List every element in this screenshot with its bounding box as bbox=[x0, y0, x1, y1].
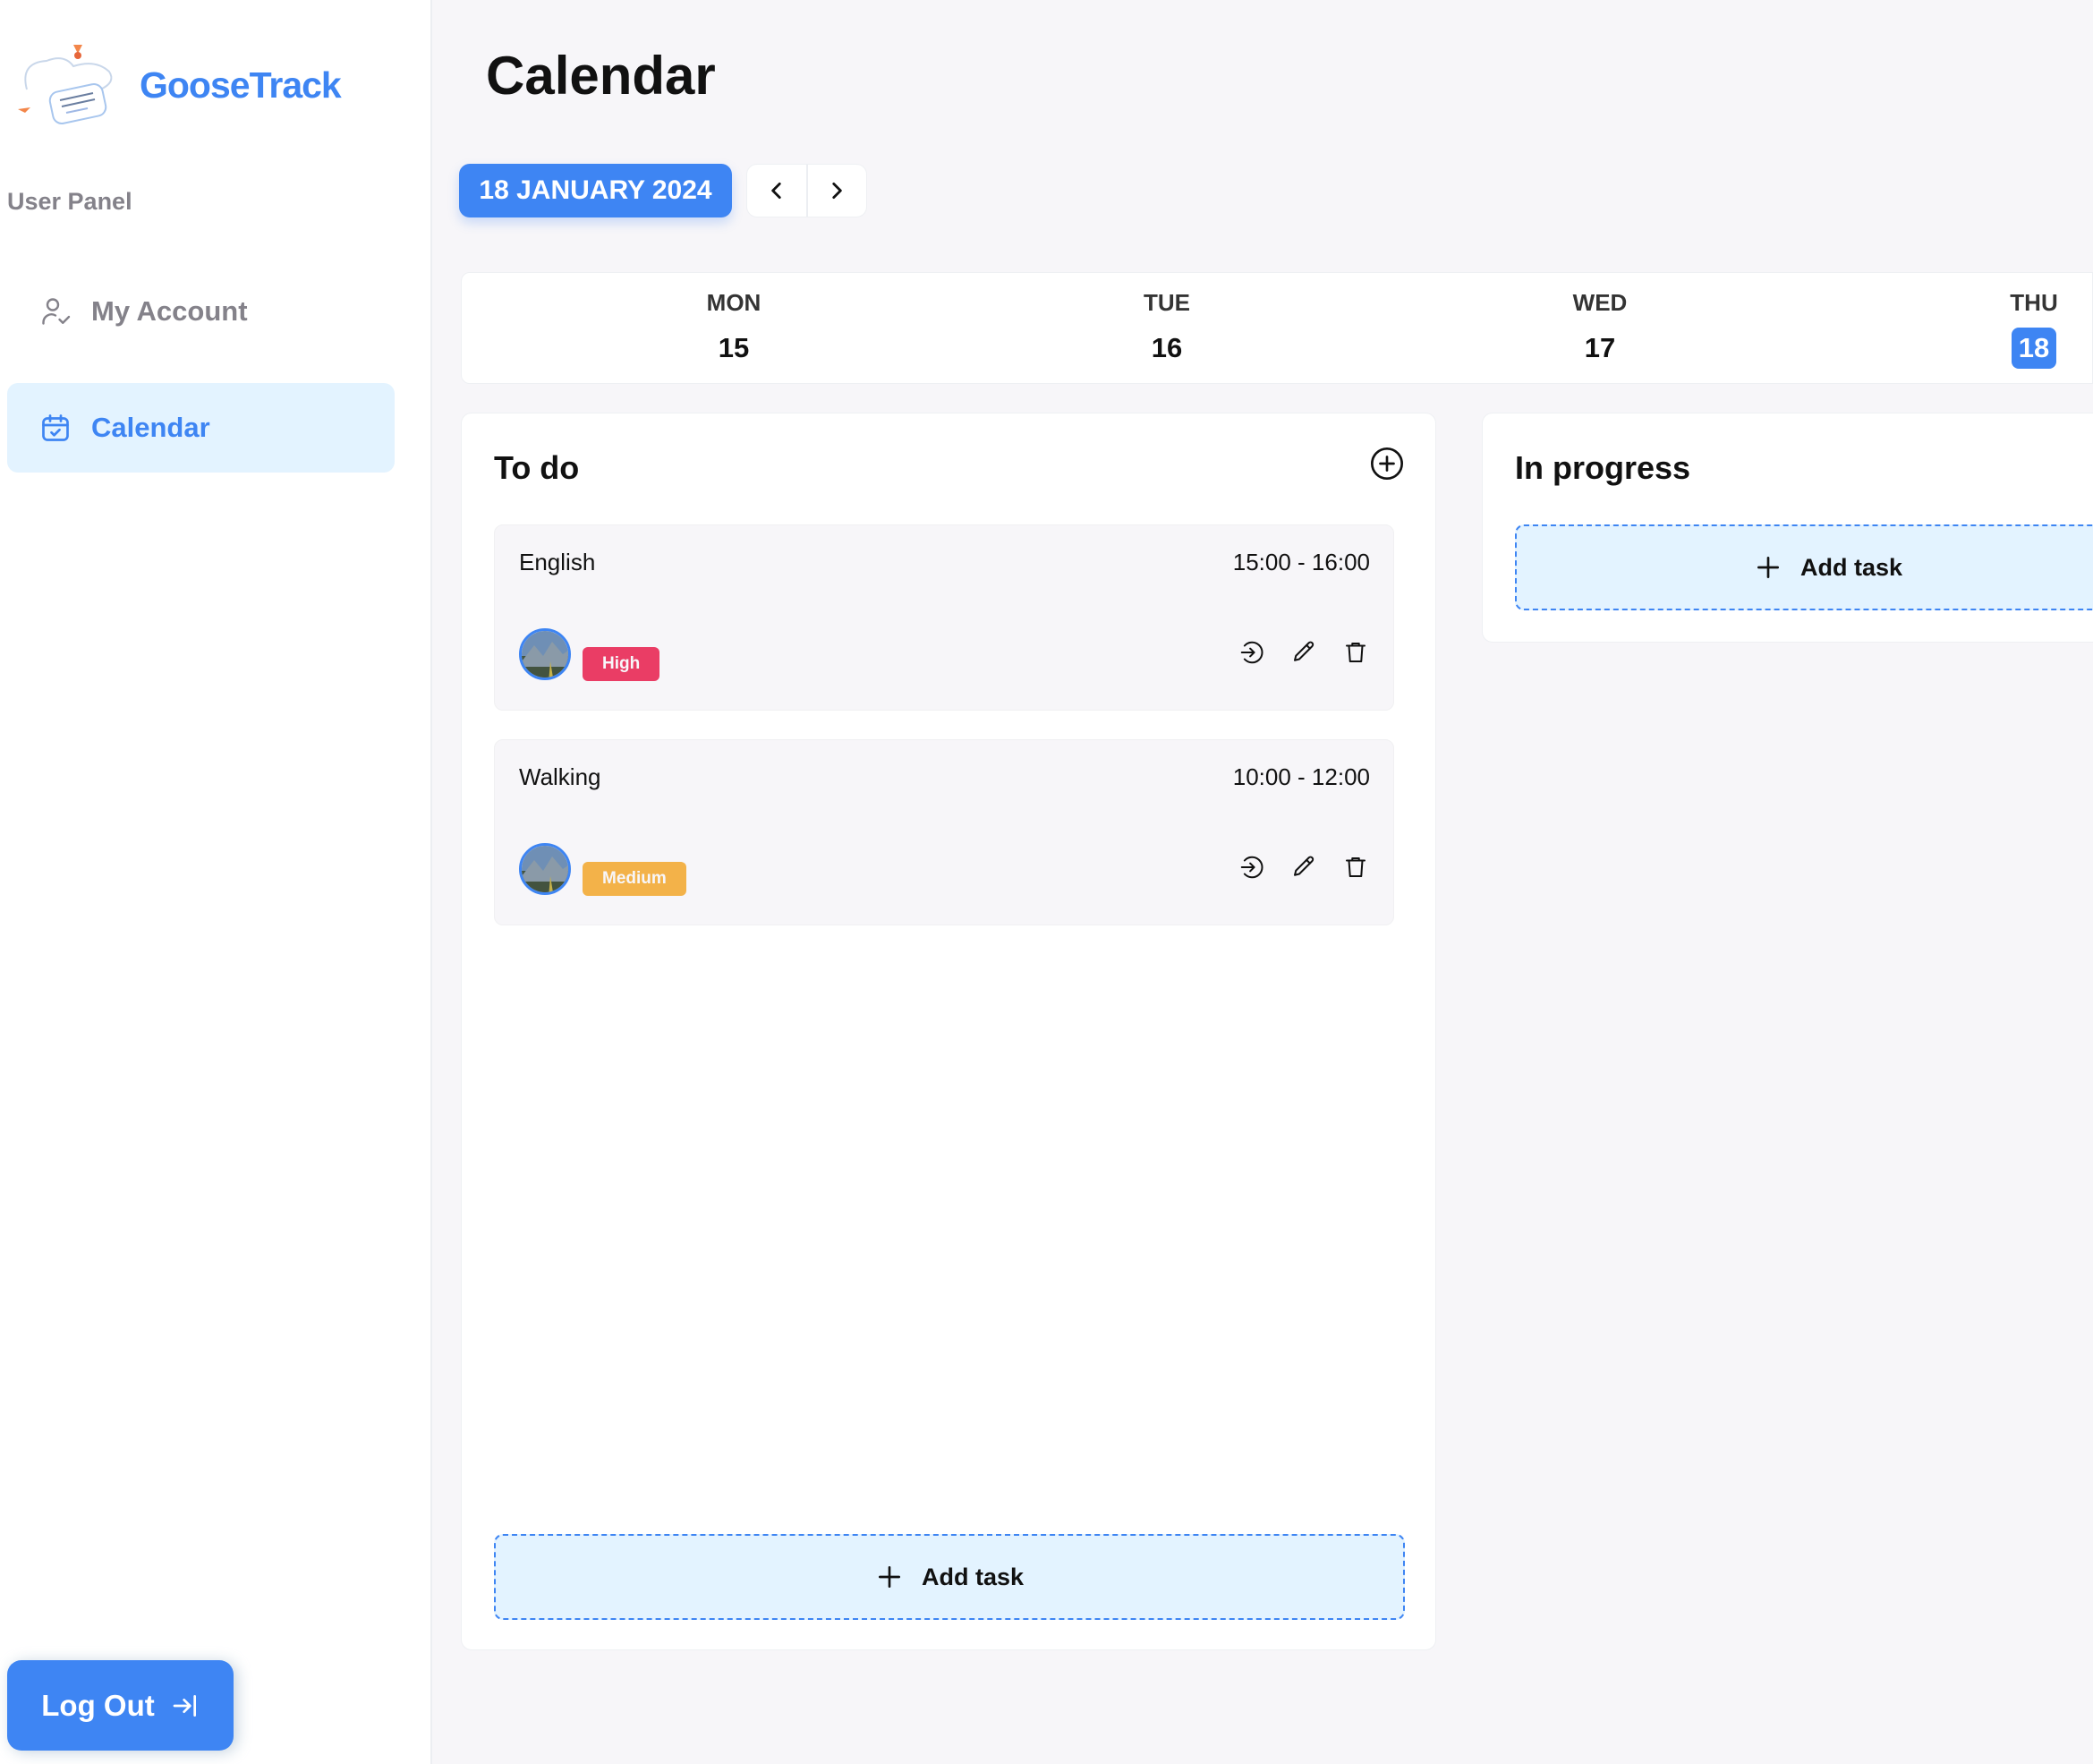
current-date-button[interactable]: 18 JANUARY 2024 bbox=[459, 164, 732, 217]
logout-button[interactable]: Log Out bbox=[7, 1660, 234, 1751]
column-title: In progress bbox=[1515, 449, 1691, 486]
move-icon bbox=[1240, 641, 1263, 664]
next-period-button[interactable] bbox=[805, 165, 867, 217]
day-wednesday[interactable]: WED 17 bbox=[1546, 289, 1654, 369]
plus-icon bbox=[875, 1563, 904, 1591]
day-name: WED bbox=[1572, 289, 1628, 316]
plus-icon bbox=[1754, 553, 1782, 582]
task-title: English bbox=[519, 549, 596, 575]
add-task-button[interactable]: Add task bbox=[1515, 524, 2093, 610]
user-check-icon bbox=[38, 294, 73, 329]
day-number: 15 bbox=[718, 332, 750, 363]
edit-task-button[interactable] bbox=[1289, 638, 1318, 667]
task-card[interactable]: English 15:00 - 16:00 High bbox=[494, 524, 1394, 711]
sidebar-item-label: My Account bbox=[91, 295, 248, 327]
column-title: To do bbox=[494, 449, 580, 486]
column-todo: To do English 15:00 - 16:00 High Walking… bbox=[461, 413, 1436, 1650]
day-monday[interactable]: MON 15 bbox=[680, 289, 787, 369]
day-thursday[interactable]: THU 18 bbox=[1980, 289, 2088, 369]
trash-icon bbox=[1346, 643, 1366, 662]
move-task-button[interactable] bbox=[1238, 853, 1266, 882]
sidebar: GooseTrack User Panel My Account Calenda… bbox=[0, 0, 432, 1764]
move-icon bbox=[1240, 856, 1263, 879]
task-actions bbox=[1238, 638, 1370, 667]
move-task-button[interactable] bbox=[1238, 638, 1266, 667]
calendar-check-icon bbox=[38, 410, 73, 446]
day-name: TUE bbox=[1144, 289, 1190, 316]
sidebar-item-calendar[interactable]: Calendar bbox=[7, 383, 395, 473]
add-task-button[interactable]: Add task bbox=[494, 1534, 1405, 1620]
add-task-label: Add task bbox=[1799, 553, 1903, 581]
delete-task-button[interactable] bbox=[1341, 853, 1370, 882]
add-circle-icon[interactable] bbox=[1369, 446, 1405, 481]
avatar bbox=[519, 628, 571, 680]
priority-badge: High bbox=[583, 647, 660, 681]
day-number-active: 18 bbox=[2012, 328, 2056, 369]
sidebar-item-label: Calendar bbox=[91, 412, 210, 443]
previous-period-button[interactable] bbox=[747, 165, 806, 217]
day-number: 16 bbox=[1151, 332, 1183, 363]
logout-label: Log Out bbox=[41, 1688, 155, 1722]
priority-badge: Medium bbox=[583, 862, 686, 896]
sidebar-item-my-account[interactable]: My Account bbox=[7, 267, 395, 356]
add-task-label: Add task bbox=[921, 1563, 1025, 1590]
pencil-icon bbox=[1294, 641, 1315, 661]
pencil-icon bbox=[1294, 856, 1315, 876]
column-in-progress: In progress Add task bbox=[1482, 413, 2093, 643]
logo[interactable]: GooseTrack bbox=[11, 36, 342, 134]
app-root: GooseTrack User Panel My Account Calenda… bbox=[0, 0, 2093, 1764]
week-strip: MON 15 TUE 16 WED 17 THU 18 bbox=[461, 272, 2093, 384]
task-time: 10:00 - 12:00 bbox=[1232, 763, 1370, 790]
chevron-right-icon bbox=[832, 183, 842, 199]
task-time: 15:00 - 16:00 bbox=[1232, 549, 1370, 575]
page-title: Calendar bbox=[486, 46, 716, 106]
day-tuesday[interactable]: TUE 16 bbox=[1113, 289, 1221, 369]
trash-icon bbox=[1346, 857, 1366, 877]
period-navigation bbox=[746, 164, 867, 217]
user-panel-label: User Panel bbox=[7, 188, 132, 215]
goose-logo-icon bbox=[18, 45, 113, 124]
delete-task-button[interactable] bbox=[1341, 638, 1370, 667]
avatar bbox=[519, 843, 571, 895]
task-title: Walking bbox=[519, 763, 601, 790]
day-name: THU bbox=[2010, 289, 2058, 316]
chevron-left-icon bbox=[771, 183, 781, 199]
task-actions bbox=[1238, 853, 1370, 882]
brand-name: GooseTrack bbox=[140, 64, 342, 106]
logout-icon bbox=[171, 1692, 200, 1720]
day-number: 17 bbox=[1584, 332, 1616, 363]
edit-task-button[interactable] bbox=[1289, 853, 1318, 882]
task-card[interactable]: Walking 10:00 - 12:00 Medium bbox=[494, 739, 1394, 925]
day-name: MON bbox=[706, 289, 761, 316]
